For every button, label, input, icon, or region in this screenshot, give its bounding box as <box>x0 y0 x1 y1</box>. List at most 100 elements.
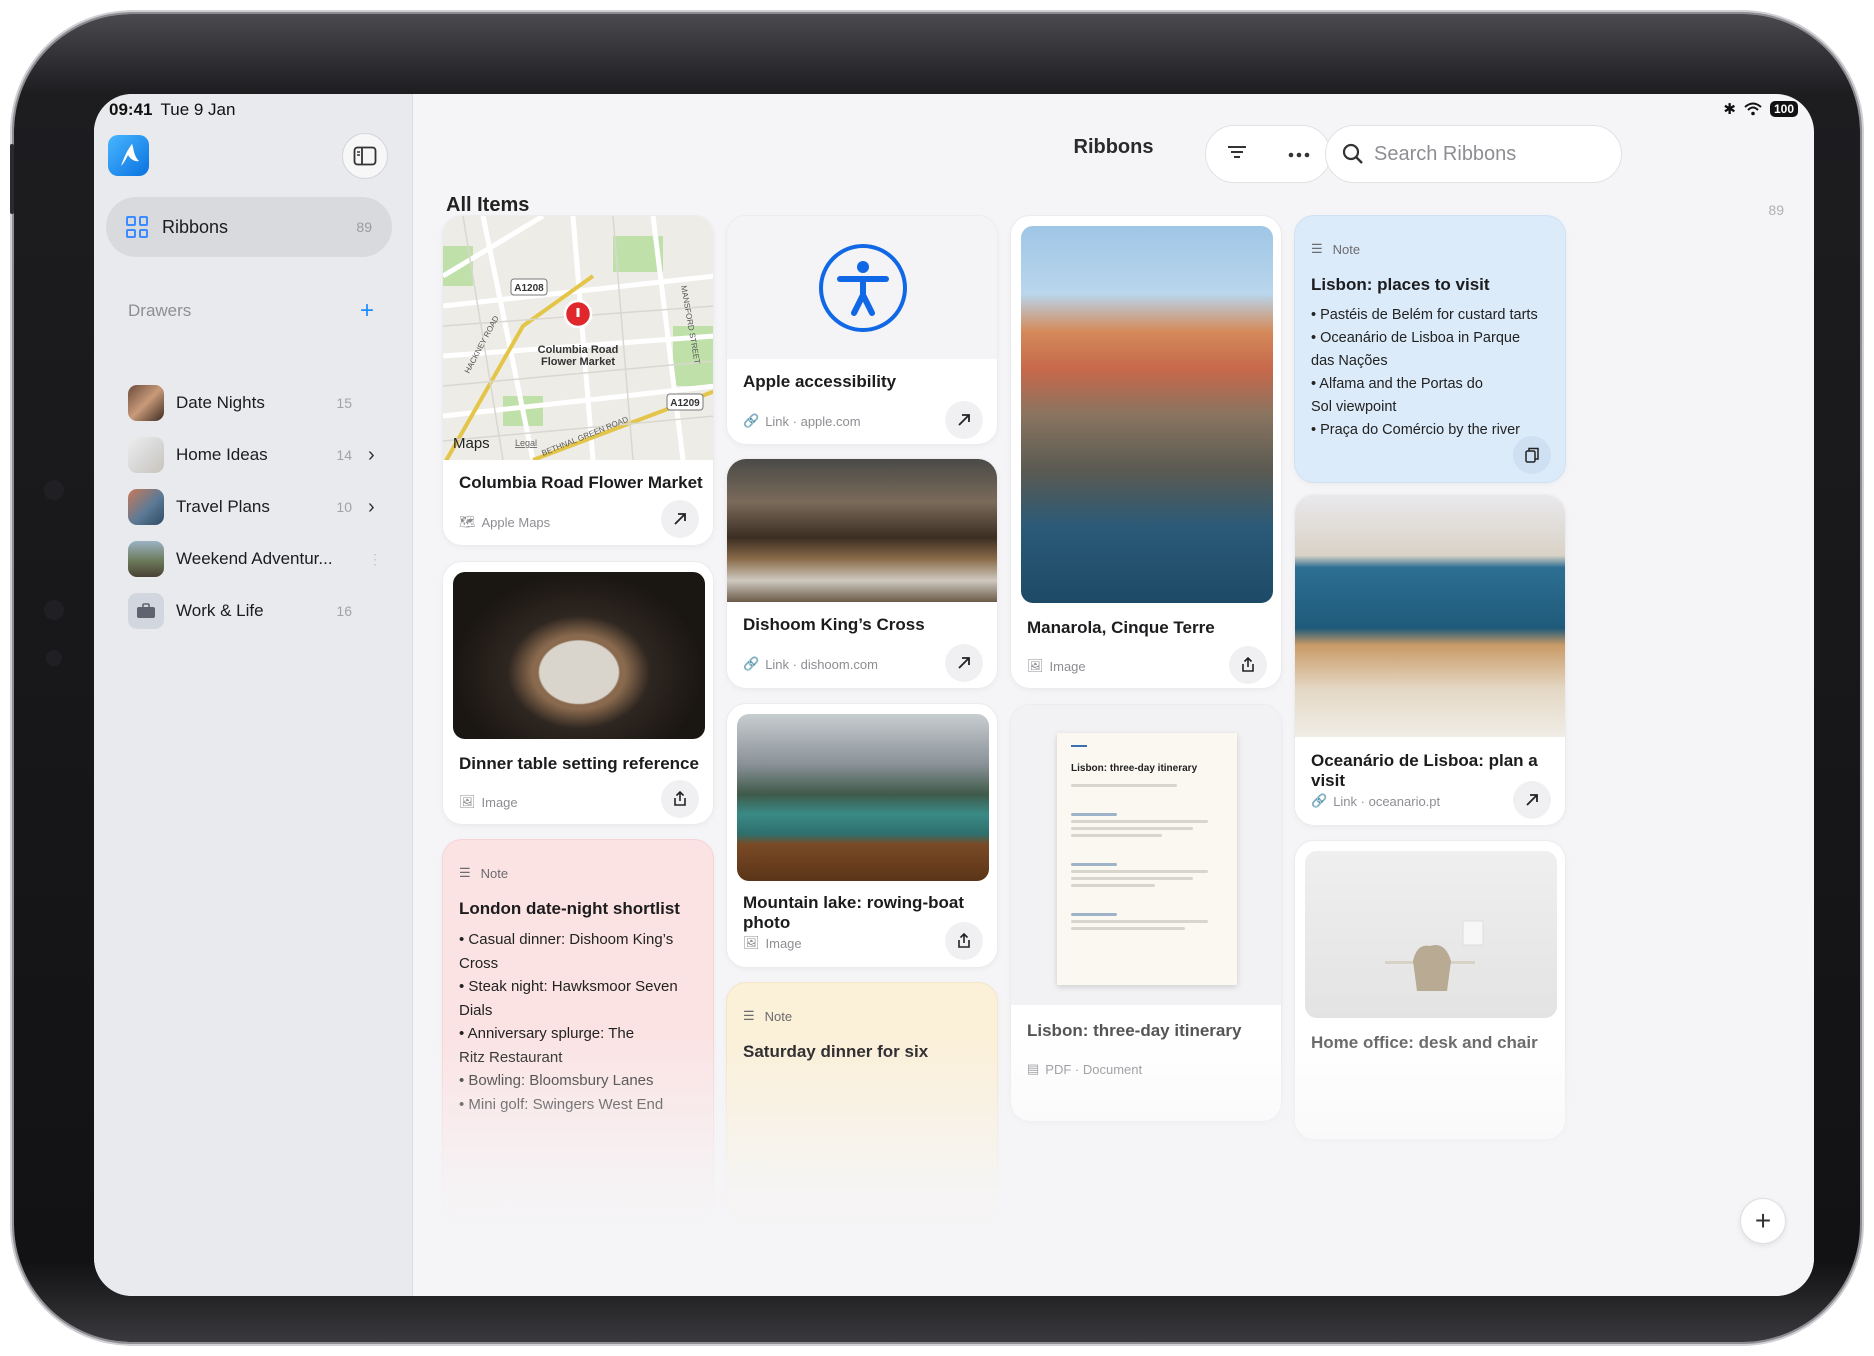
filter-button[interactable] <box>1226 144 1248 165</box>
note-line: • Bowling: Bloomsbury Lanes <box>459 1072 654 1089</box>
add-drawer-button[interactable]: + <box>360 299 374 323</box>
share-button[interactable] <box>945 922 983 960</box>
arrow-up-right-icon <box>958 414 970 426</box>
drawer-travel-plans[interactable]: Travel Plans 10 › <box>128 487 378 527</box>
status-time: 09:41 Tue 9 Jan <box>109 100 236 119</box>
volume-button <box>10 144 14 214</box>
drawer-thumbnail <box>128 489 164 525</box>
chevron-right-icon[interactable]: › <box>368 496 378 519</box>
card-london-note[interactable]: ☰ Note London date-night shortlist • Casu… <box>442 839 714 1219</box>
image-icon: 🖼 <box>743 935 760 950</box>
note-icon: ☰ <box>743 1008 755 1023</box>
open-link-button[interactable] <box>945 644 983 682</box>
sidebar-item-ribbons[interactable]: Ribbons 89 <box>106 197 392 257</box>
card-oceanario[interactable]: Oceanário de Lisboa: plan a visit 🔗 Link … <box>1294 494 1566 826</box>
card-dinner[interactable]: Dinner table setting reference 🖼 Image <box>442 561 714 825</box>
screen: 09:41 Tue 9 Jan Ribbons 89 Drawers + Date… <box>94 94 1814 1296</box>
note-body: • Pastéis de Belém for custard tarts • O… <box>1311 304 1549 442</box>
share-button[interactable] <box>1229 646 1267 684</box>
note-title: Lisbon: places to visit <box>1311 275 1490 294</box>
card-dishoom[interactable]: Dishoom King’s Cross 🔗 Link · dishoom.com <box>726 458 998 689</box>
dishoom-photo <box>727 459 997 602</box>
card-meta: 🔗 Link · dishoom.com <box>743 656 878 672</box>
copy-button[interactable] <box>1513 436 1551 474</box>
note-line: Sol viewpoint <box>1311 399 1397 415</box>
drawer-thumbnail <box>128 437 164 473</box>
svg-text:A1209: A1209 <box>670 398 700 409</box>
sidebar-item-label: Ribbons <box>162 216 229 237</box>
toolbar-group <box>1205 125 1331 183</box>
note-line: das Nações <box>1311 353 1388 369</box>
image-icon: 🖼 <box>1027 658 1044 673</box>
side-sensor <box>46 650 62 666</box>
drawer-date-nights[interactable]: Date Nights 15 <box>128 383 378 423</box>
oceanario-photo <box>1295 495 1565 737</box>
svg-text:Columbia Road: Columbia Road <box>538 344 619 356</box>
search-input[interactable] <box>1374 142 1604 166</box>
card-map[interactable]: A1208 A1209 HACKNEY ROAD MANSFORD STREET… <box>442 215 714 546</box>
card-lisbon-note[interactable]: ☰ Note Lisbon: places to visit • Pastéis … <box>1294 215 1566 483</box>
card-title: Manarola, Cinque Terre <box>1027 618 1215 637</box>
drawer-label: Date Nights <box>176 393 265 412</box>
drag-handle-icon[interactable]: ⋮ <box>368 551 382 568</box>
accessibility-icon <box>727 216 997 359</box>
card-office[interactable]: Home office: desk and chair <box>1294 840 1566 1140</box>
drawer-thumbnail <box>128 385 164 421</box>
share-button[interactable] <box>661 780 699 818</box>
note-header: ☰ Note <box>743 1008 793 1024</box>
grid-icon <box>126 216 148 238</box>
card-itinerary[interactable]: Lisbon: three-day itinerary Lisbon: thre… <box>1010 704 1282 1122</box>
search-icon <box>1342 143 1363 164</box>
arrow-up-right-icon <box>958 657 970 669</box>
drawer-label: Work & Life <box>176 601 264 620</box>
filter-icon <box>1228 145 1246 158</box>
drawer-label: Home Ideas <box>176 445 268 464</box>
card-title: Lisbon: three-day itinerary <box>1027 1021 1242 1040</box>
drawer-work-life[interactable]: Work & Life 16 <box>128 591 378 631</box>
section-count: 89 <box>1768 202 1784 218</box>
note-title: Saturday dinner for six <box>743 1042 929 1061</box>
main-content: ✱ 100 Ribbons All Items 89 <box>413 94 1814 1296</box>
open-link-button[interactable] <box>661 500 699 538</box>
card-meta: 🗺 Apple Maps <box>459 514 551 530</box>
lake-photo <box>737 714 989 881</box>
note-line: • Oceanário de Lisboa in Parque <box>1311 330 1521 346</box>
open-link-button[interactable] <box>1513 781 1551 819</box>
card-saturday-note[interactable]: ☰ Note Saturday dinner for six <box>726 982 998 1222</box>
drawer-label: Weekend Adventur... <box>176 549 333 568</box>
card-apple[interactable]: Apple accessibility 🔗 Link · apple.com <box>726 215 998 445</box>
map-thumbnail: A1208 A1209 HACKNEY ROAD MANSFORD STREET… <box>443 216 713 460</box>
note-title: London date-night shortlist <box>459 899 680 918</box>
section-title: All Items <box>446 194 530 216</box>
note-line: • Casual dinner: Dishoom King’s Cross <box>459 931 674 972</box>
arrow-up-right-icon <box>674 513 686 525</box>
svg-text:Legal: Legal <box>515 438 537 448</box>
more-button[interactable] <box>1288 145 1310 163</box>
note-line: • Anniversary splurge: The <box>459 1025 635 1042</box>
ribbon-logo-icon <box>121 144 139 166</box>
link-icon: 🔗 <box>743 656 760 671</box>
document-preview: Lisbon: three-day itinerary <box>1011 705 1281 1005</box>
sidebar-toggle-button[interactable] <box>342 133 388 179</box>
search-field[interactable] <box>1325 125 1622 183</box>
share-icon <box>674 791 686 806</box>
drawer-weekend-adventures[interactable]: Weekend Adventur... ⋮ <box>128 539 382 579</box>
image-icon: 🖼 <box>459 794 476 809</box>
drawer-home-ideas[interactable]: Home Ideas 14 › <box>128 435 378 475</box>
note-header: ☰ Note <box>459 865 509 881</box>
plus-icon: + <box>1754 1205 1772 1236</box>
card-manarola[interactable]: Manarola, Cinque Terre 🖼 Image <box>1010 215 1282 689</box>
note-icon: ☰ <box>459 865 471 880</box>
card-lake[interactable]: Mountain lake: rowing-boat photo 🖼 Image <box>726 703 998 968</box>
wifi-icon <box>1744 102 1762 116</box>
svg-text:Flower Market: Flower Market <box>541 356 615 368</box>
svg-text:Maps: Maps <box>453 435 490 452</box>
document-icon: ▤ <box>1027 1061 1040 1076</box>
chevron-right-icon[interactable]: › <box>368 444 378 467</box>
bluetooth-icon: ✱ <box>1723 101 1736 118</box>
open-link-button[interactable] <box>945 401 983 439</box>
drawers-header: Drawers + <box>128 299 374 323</box>
share-icon <box>958 933 970 948</box>
add-item-button[interactable]: + <box>1740 1198 1786 1244</box>
card-title: Dinner table setting reference <box>459 754 699 773</box>
